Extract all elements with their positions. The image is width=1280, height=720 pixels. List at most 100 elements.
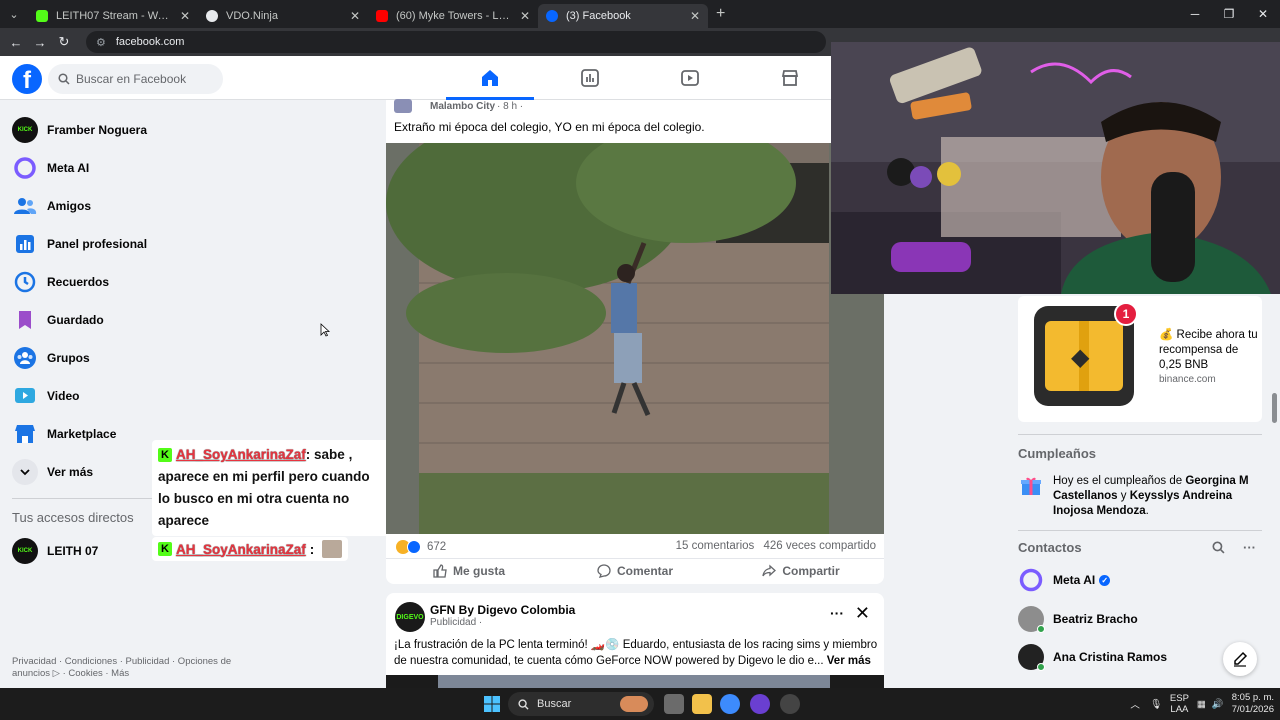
birthday-mid: y [1117,490,1130,502]
contact-name: Beatriz Bracho [1053,612,1138,626]
forward-icon[interactable]: → [28,35,52,50]
birthday-text[interactable]: Hoy es el cumpleaños de Georgina M Caste… [1053,474,1258,519]
sidebar-item-meta-ai[interactable]: Meta AI [12,152,89,184]
gift-box-icon [1021,477,1041,495]
sidebar-item-memories[interactable]: Recuerdos [12,266,109,298]
tab-close-icon[interactable]: ✕ [690,9,700,23]
footer-links[interactable]: Privacidad · Condiciones · Publicidad · … [12,656,252,680]
contact-item[interactable]: Beatriz Bracho [1018,605,1138,633]
sidebar-item-dashboard[interactable]: Panel profesional [12,228,147,260]
sidebar-item-friends[interactable]: Amigos [12,190,91,222]
close-window-icon[interactable]: ✕ [1246,7,1280,21]
main-nav [440,56,840,100]
comments-count[interactable]: 15 comentarios [676,540,755,552]
language-indicator[interactable]: ESP LAA [1170,693,1189,715]
close-post-button[interactable]: ✕ [855,603,870,624]
sidebar-item-groups[interactable]: Grupos [12,342,90,374]
contact-item[interactable]: Ana Cristina Ramos [1018,643,1167,671]
file-explorer-icon[interactable] [692,694,712,714]
tray-chevron-icon[interactable]: ︿ [1130,697,1140,711]
search-icon [58,73,70,85]
sidebar-item-profile[interactable]: KICK Framber Noguera [12,114,147,146]
contact-item[interactable]: Meta AI ✓ [1018,566,1111,594]
sponsored-ad-card[interactable]: 1 💰 Recibe ahora tu recompensa de 0,25 B… [1018,296,1262,422]
youtube-favicon-icon [376,10,388,22]
scrollbar-thumb[interactable] [1272,393,1277,423]
more-options-icon[interactable]: ··· [1243,540,1256,555]
like-reaction-icon [407,540,421,554]
ad-domain: binance.com [1159,374,1216,385]
dashboard-icon [581,69,599,87]
like-button[interactable]: Me gusta [386,559,552,582]
tab-close-icon[interactable]: ✕ [520,9,530,23]
kick-badge-icon: K [158,542,172,556]
group-name[interactable]: Malambo City [430,101,495,112]
windows-start-icon[interactable] [484,696,500,712]
comment-icon [597,563,611,578]
avatar [1018,606,1045,633]
minimize-icon[interactable]: ─ [1178,7,1212,21]
facebook-logo[interactable]: f [12,64,42,94]
post-image[interactable] [386,143,884,534]
sponsored-label: Publicidad · [430,617,483,628]
tab-search-icon[interactable]: ⌄ [0,0,28,28]
more-options-button[interactable]: ··· [830,605,844,621]
share-label: Compartir [782,563,840,578]
chrome-icon[interactable] [720,694,740,714]
post-author[interactable]: GFN By Digevo Colombia [430,603,575,617]
webcam-feed [831,42,1280,294]
app-icon[interactable] [750,694,770,714]
share-button[interactable]: Compartir [718,559,884,582]
marketplace-icon [781,70,799,86]
browser-tab-3[interactable]: (3) Facebook ✕ [538,4,708,28]
cat-emote-icon [322,540,343,558]
back-icon[interactable]: ← [4,35,28,50]
shares-count[interactable]: 426 veces compartido [763,540,876,552]
search-input[interactable]: Buscar en Facebook [48,64,223,94]
network-icon[interactable]: ▦ [1197,699,1206,710]
see-more-link[interactable]: Ver más [827,655,871,667]
reload-icon[interactable]: ↻ [52,34,76,50]
post-media[interactable] [386,675,884,688]
search-icon[interactable] [1212,541,1225,554]
browser-tab-2[interactable]: (60) Myke Towers - Lo Logré (V ✕ [368,4,538,28]
sidebar-item-see-more[interactable]: Ver más [12,456,93,488]
group-avatar[interactable] [394,99,412,113]
volume-icon[interactable]: 🔊 [1212,699,1224,710]
kick-badge-icon: K [158,448,172,463]
post-text: ¡La frustración de la PC lenta terminó! … [394,637,878,669]
nav-video[interactable] [640,56,740,100]
reactions-summary[interactable]: 672 [396,540,446,554]
site-info-icon[interactable]: ⚙ [96,36,106,49]
nav-dashboard[interactable] [540,56,640,100]
tab-close-icon[interactable]: ✕ [350,9,360,23]
post-actions: Me gusta Comentar Compartir [386,558,884,582]
nav-marketplace[interactable] [740,56,840,100]
sidebar-item-marketplace[interactable]: Marketplace [12,418,116,450]
microphone-icon[interactable]: 🎙 [1150,699,1162,710]
taskbar-search[interactable]: Buscar [508,692,654,716]
digevo-avatar[interactable]: DIGEVO [395,602,425,632]
browser-tab-1[interactable]: VDO.Ninja ✕ [198,4,368,28]
nav-home[interactable] [440,56,540,100]
task-view-icon[interactable] [664,694,684,714]
windows-taskbar: Buscar ︿ 🎙 ESP LAA ▦ 🔊 8:05 p. m. 7/01/2… [0,688,1280,720]
memories-icon [12,269,38,295]
taskbar-clock[interactable]: 8:05 p. m. 7/01/2026 [1232,692,1274,716]
sidebar-item-label: Framber Noguera [47,123,148,137]
tab-close-icon[interactable]: ✕ [180,9,190,23]
maximize-icon[interactable]: ❐ [1212,7,1246,21]
address-bar[interactable]: ⚙ facebook.com [86,31,826,53]
post-time[interactable]: · 8 h · [497,101,523,112]
browser-tab-0[interactable]: LEITH07 Stream - Watch Live o ✕ [28,4,198,28]
sidebar-item-video[interactable]: Video [12,380,79,412]
new-message-button[interactable] [1223,642,1257,676]
obs-icon[interactable] [780,694,800,714]
share-icon [762,564,777,576]
comment-button[interactable]: Comentar [552,559,718,582]
new-tab-button[interactable]: + [716,5,725,23]
post-stats: 672 15 comentarios 426 veces compartido [386,538,884,556]
sidebar-item-saved[interactable]: Guardado [12,304,104,336]
shortcut-item-leith07[interactable]: KICK LEITH 07 [12,535,98,567]
birthday-prefix: Hoy es el cumpleaños de [1053,475,1186,487]
